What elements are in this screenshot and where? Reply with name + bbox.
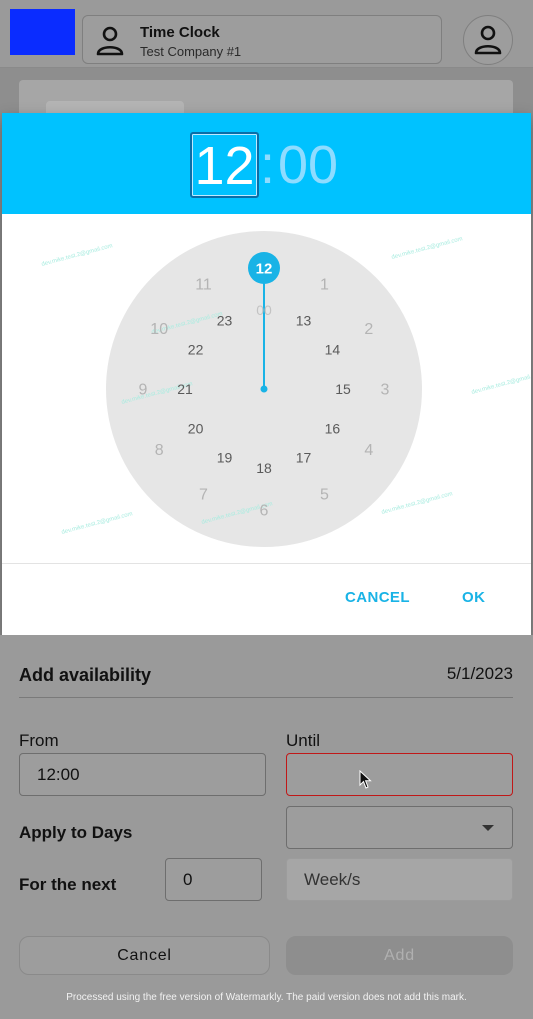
watermark-text: dev.mike.test.2@gmail.com — [391, 236, 463, 261]
clock-hour-1[interactable]: 1 — [320, 277, 329, 294]
clock-hour-18[interactable]: 18 — [256, 460, 272, 476]
clock-hour-13[interactable]: 13 — [296, 313, 312, 329]
dialog-divider — [2, 563, 531, 564]
until-label: Until — [286, 731, 321, 750]
time-separator: : — [260, 135, 276, 195]
panel-title: Add availability — [19, 665, 152, 685]
clock-face[interactable]: dev.mike.test.2@gmail.com dev.mike.test.2… — [2, 214, 531, 563]
clock-hour-14[interactable]: 14 — [325, 342, 341, 358]
clock-hour-8[interactable]: 8 — [155, 442, 164, 459]
cancel-button[interactable]: Cancel — [19, 936, 270, 975]
for-next-input[interactable]: 0 — [165, 858, 262, 901]
account-icon — [474, 25, 502, 55]
mouse-cursor-icon — [359, 770, 372, 789]
clock-hour-21[interactable]: 21 — [177, 381, 193, 397]
clock-hour-6[interactable]: 6 — [260, 503, 269, 520]
add-availability-panel: Add availability 5/1/2023 From Until 12:… — [0, 635, 533, 1019]
chevron-down-icon — [482, 825, 494, 831]
period-unit-field: Week/s — [286, 858, 513, 901]
app-header: Time Clock Test Company #1 — [0, 0, 533, 68]
clock-hour-5[interactable]: 5 — [320, 486, 329, 503]
app-title: Time Clock — [140, 24, 220, 41]
picker-ok-button[interactable]: OK — [462, 589, 485, 606]
watermark-notice: Processed using the free version of Wate… — [66, 992, 467, 1003]
picker-cancel-button[interactable]: CANCEL — [345, 589, 410, 606]
clock-hour-11[interactable]: 11 — [195, 277, 212, 294]
clock-hour-3[interactable]: 3 — [381, 382, 390, 399]
watermark-text: dev.mike.test.2@gmail.com — [471, 371, 531, 396]
watermark-text: dev.mike.test.2@gmail.com — [381, 491, 453, 516]
from-label: From — [19, 731, 59, 750]
for-next-label: For the next — [19, 875, 117, 894]
clock-hour-12[interactable]: 12 — [256, 261, 273, 278]
company-name: Test Company #1 — [140, 44, 242, 59]
company-selector[interactable]: Time Clock Test Company #1 — [82, 15, 442, 64]
clock-hour-10[interactable]: 10 — [150, 321, 168, 338]
panel-divider — [19, 697, 513, 698]
time-picker-header: 12 : 00 — [2, 113, 531, 214]
person-icon — [96, 26, 124, 56]
apply-days-label: Apply to Days — [19, 823, 133, 842]
profile-button[interactable] — [463, 15, 513, 65]
clock-center — [260, 385, 268, 393]
from-field[interactable]: 12:00 — [19, 753, 266, 796]
company-logo — [10, 9, 75, 55]
watermark-text: dev.mike.test.2@gmail.com — [61, 511, 133, 536]
clock-hour-15[interactable]: 15 — [335, 381, 351, 397]
apply-days-select[interactable] — [286, 806, 513, 849]
clock-hour-4[interactable]: 4 — [364, 442, 373, 459]
clock-hour-16[interactable]: 16 — [325, 421, 341, 437]
clock-hour-2[interactable]: 2 — [364, 321, 373, 338]
minute-display[interactable]: 00 — [278, 137, 338, 193]
hour-display[interactable]: 12 — [190, 132, 259, 198]
clock-hour-20[interactable]: 20 — [188, 421, 204, 437]
clock-hour-19[interactable]: 19 — [217, 449, 233, 465]
add-button[interactable]: Add — [286, 936, 513, 975]
clock-hour-9[interactable]: 9 — [139, 382, 148, 399]
clock-hour-7[interactable]: 7 — [199, 486, 208, 503]
watermark-text: dev.mike.test.2@gmail.com — [41, 243, 113, 268]
time-picker-dialog: 12 : 00 dev.mike.test.2@gmail.com dev.mik… — [2, 113, 531, 635]
clock-hour-23[interactable]: 23 — [217, 313, 233, 329]
clock-hour-00[interactable]: 00 — [256, 302, 272, 318]
hour-value: 12 — [194, 136, 255, 196]
panel-date: 5/1/2023 — [446, 664, 513, 683]
clock-hour-17[interactable]: 17 — [296, 449, 312, 465]
clock-hour-22[interactable]: 22 — [188, 342, 204, 358]
until-field[interactable] — [286, 753, 513, 796]
